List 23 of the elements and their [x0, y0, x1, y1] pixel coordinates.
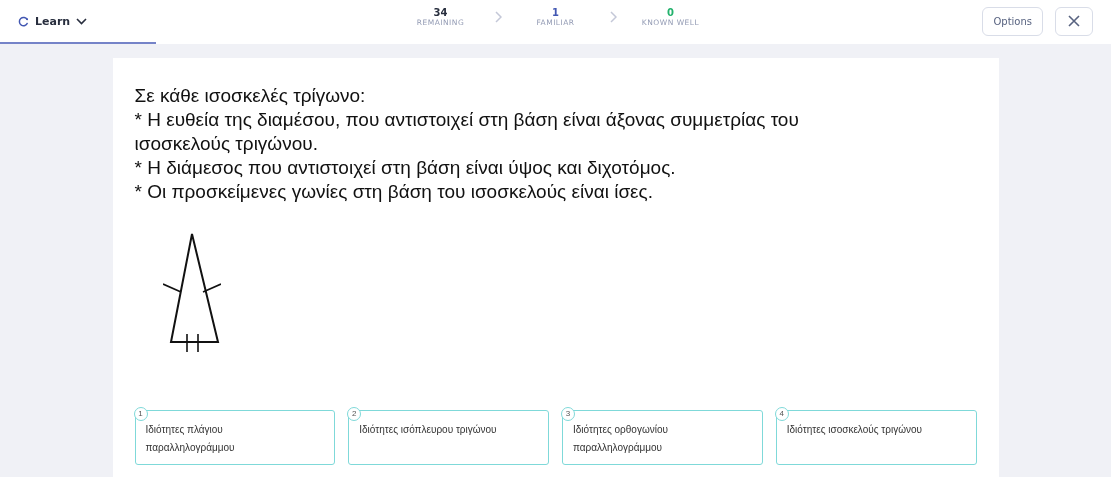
card-text-line: * Η ευθεία της διαμέσου, που αντιστοιχεί στη βάση είναι άξονας συμμετρίας του ισοσκελούς τριγώνου.: [134, 108, 800, 156]
stat-count: 0: [667, 7, 674, 18]
options-button[interactable]: Options: [982, 6, 1043, 36]
card-text-line: Σε κάθε ισοσκελές τρίγωνο:: [134, 84, 367, 108]
stat-count: 1: [552, 7, 559, 18]
close-icon: [1068, 15, 1080, 27]
stat-count: 34: [433, 7, 448, 18]
answer-choice[interactable]: 2 Ιδιότητες ισόπλευρου τριγώνου: [348, 410, 549, 465]
answer-choice[interactable]: 3 Ιδιότητες ορθογωνίου παραλληλογράμμου: [562, 410, 763, 465]
chevron-right-icon: [494, 11, 502, 23]
choice-number: 4: [774, 407, 789, 421]
chevron-right-icon: [609, 11, 617, 23]
choice-number: 2: [347, 407, 362, 421]
answer-choice[interactable]: 1 Ιδιότητες πλάγιου παραλληλογράμμου: [134, 410, 336, 465]
choice-number: 1: [133, 407, 148, 421]
card-text-line: * Οι προσκείμενες γωνίες στη βάση του ισοσκελούς είναι ίσες.: [134, 180, 655, 204]
card-text-line: * Η διάμεσος που αντιστοιχεί στη βάση είναι ύψος και διχοτόμος.: [134, 156, 677, 180]
answer-choice[interactable]: 4 Ιδιότητες ισοσκελούς τριγώνου: [775, 410, 977, 465]
chevron-down-icon: [76, 17, 88, 25]
loading-circle-icon: [18, 15, 29, 27]
close-button[interactable]: [1055, 6, 1093, 36]
mode-dropdown[interactable]: Learn: [18, 14, 88, 28]
choice-number: 3: [561, 407, 575, 421]
